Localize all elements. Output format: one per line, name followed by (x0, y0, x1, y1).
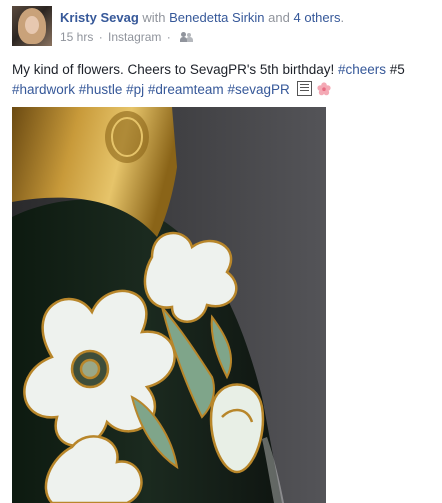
author-avatar[interactable] (12, 6, 52, 46)
post-text: My kind of flowers. Cheers to SevagPR's … (12, 60, 442, 100)
and-label: and (268, 10, 290, 25)
post-meta: 15 hrs · Instagram · (60, 30, 194, 44)
post-caption: My kind of flowers. Cheers to SevagPR's … (12, 62, 338, 77)
squared-text-emoji (296, 81, 312, 96)
author-line: Kristy Sevag with Benedetta Sirkin and 4… (60, 10, 344, 25)
tagged-person-link[interactable]: Benedetta Sirkin (169, 10, 264, 25)
author-name-link[interactable]: Kristy Sevag (60, 10, 139, 25)
hashtag-hustle[interactable]: #hustle (79, 82, 123, 97)
post-photo[interactable] (12, 107, 326, 503)
facebook-post: Kristy Sevag with Benedetta Sirkin and 4… (0, 0, 442, 503)
hashtag-cheers[interactable]: #cheers (338, 62, 386, 77)
hashtag-dreamteam[interactable]: #dreamteam (148, 82, 224, 97)
others-link[interactable]: 4 others (294, 10, 341, 25)
meta-separator: · (98, 30, 103, 44)
meta-separator-2: · (166, 30, 171, 44)
timestamp-link[interactable]: 15 hrs (60, 30, 93, 44)
source-link[interactable]: Instagram (108, 30, 161, 44)
post-header: Kristy Sevag with Benedetta Sirkin and 4… (12, 6, 437, 48)
period: . (340, 10, 345, 25)
post-text-line-2: #hardwork #hustle #pj #dreamteam #sevagP… (12, 80, 442, 100)
cherry-blossom-emoji (317, 82, 331, 96)
friends-icon[interactable] (180, 32, 194, 42)
hashtag-hardwork[interactable]: #hardwork (12, 82, 75, 97)
hashtag-sevagpr[interactable]: #sevagPR (227, 82, 289, 97)
champagne-bottle-image (12, 107, 326, 503)
post-text-line-1: My kind of flowers. Cheers to SevagPR's … (12, 60, 442, 80)
with-label: with (142, 10, 166, 25)
hashtag-five: #5 (389, 62, 405, 77)
hashtag-pj[interactable]: #pj (126, 82, 144, 97)
